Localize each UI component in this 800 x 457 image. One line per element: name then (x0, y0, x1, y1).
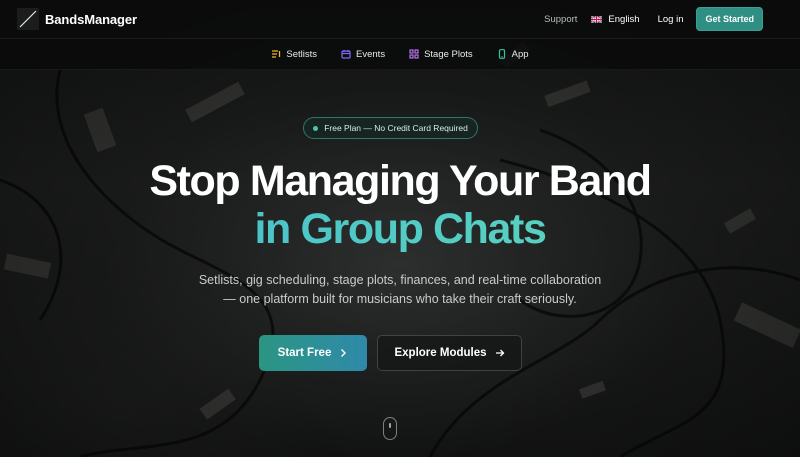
subnav-item-events[interactable]: Events (341, 49, 385, 60)
hero-section: Free Plan — No Credit Card Required Stop… (0, 70, 800, 457)
phone-icon (498, 49, 505, 59)
subnav-item-stage-plots[interactable]: Stage Plots (409, 49, 473, 60)
uk-flag-icon (591, 15, 603, 23)
brand[interactable]: BandsManager (17, 8, 137, 30)
start-free-button[interactable]: Start Free (259, 335, 367, 371)
badge-label: Free Plan — No Credit Card Required (324, 123, 468, 133)
login-link[interactable]: Log in (658, 14, 684, 25)
grid-icon (409, 49, 419, 59)
chevron-right-icon (341, 349, 347, 357)
hero-title-line1: Stop Managing Your Band (149, 157, 652, 205)
hero-title-line2: in Group Chats (0, 206, 800, 252)
subnav-item-app[interactable]: App (497, 49, 529, 60)
get-started-button[interactable]: Get Started (696, 7, 763, 31)
free-plan-badge: Free Plan — No Credit Card Required (303, 117, 478, 139)
explore-modules-label: Explore Modules (394, 347, 487, 359)
support-link[interactable]: Support (544, 14, 577, 25)
hero-subtitle: Setlists, gig scheduling, stage plots, f… (150, 271, 650, 309)
start-free-label: Start Free (277, 347, 332, 359)
language-selector[interactable]: English (591, 13, 640, 25)
explore-modules-button[interactable]: Explore Modules (377, 335, 522, 371)
subnav-label: Events (356, 48, 386, 60)
brand-name: BandsManager (45, 11, 137, 27)
top-right-actions: Support English Log in Get Started (544, 7, 763, 31)
status-dot-icon (313, 125, 319, 131)
subnav-label: Stage Plots (424, 48, 473, 60)
setlist-icon (272, 50, 281, 58)
logo-slash-mark-icon (17, 8, 39, 30)
calendar-icon (341, 50, 351, 59)
subnav-label: App (511, 48, 529, 60)
hero-subtitle-line1: Setlists, gig scheduling, stage plots, f… (198, 273, 602, 287)
scroll-indicator-icon[interactable] (383, 417, 397, 440)
top-navigation-bar: BandsManager Support English Log in Get … (0, 0, 800, 39)
arrow-right-icon (495, 349, 504, 357)
module-navigation: Setlists Events Stage Plots App (0, 39, 800, 70)
subnav-label: Setlists (286, 48, 318, 60)
language-label: English (608, 13, 640, 25)
hero-subtitle-line2: — one platform built for musicians who t… (223, 292, 577, 306)
subnav-item-setlists[interactable]: Setlists (271, 49, 317, 60)
